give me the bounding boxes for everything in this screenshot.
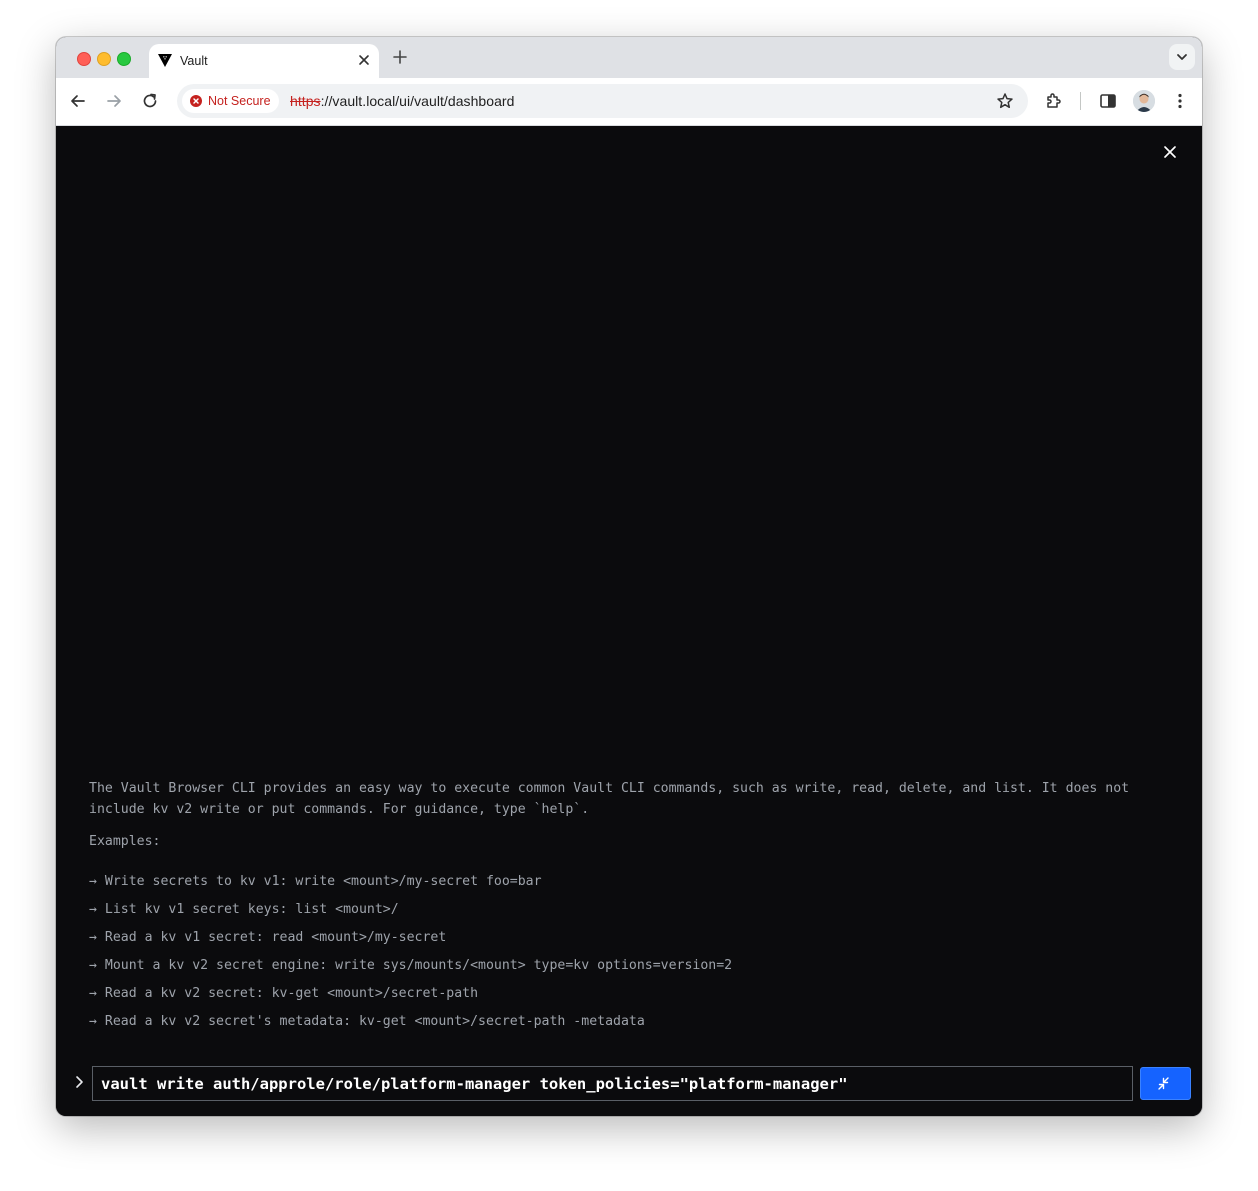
exit-fullscreen-button[interactable]: [1140, 1067, 1191, 1100]
chevron-down-icon: [1177, 54, 1187, 60]
vault-browser-cli: The Vault Browser CLI provides an easy w…: [56, 126, 1202, 1116]
minimize-window-button[interactable]: [97, 52, 111, 66]
tab-search-button[interactable]: [1169, 44, 1195, 70]
address-bar[interactable]: Not Secure https://vault.local/ui/vault/…: [177, 84, 1028, 118]
more-vertical-icon[interactable]: [1170, 91, 1190, 111]
tab-title: Vault: [180, 54, 208, 68]
examples-heading: Examples:: [89, 834, 161, 849]
back-arrow-icon[interactable]: [68, 91, 88, 111]
profile-avatar-icon: [1133, 90, 1155, 112]
example-item: → Read a kv v1 secret: read <mount>/my-s…: [89, 930, 447, 945]
security-label: Not Secure: [208, 94, 271, 108]
side-panel-icon[interactable]: [1098, 91, 1118, 111]
example-item: → Read a kv v2 secret's metadata: kv-get…: [89, 1014, 645, 1029]
minimize-arrows-icon: [1158, 1077, 1169, 1090]
example-item: → Write secrets to kv v1: write <mount>/…: [89, 874, 542, 889]
browser-window: Vault Not Secure https://vault.local/ui/…: [56, 37, 1202, 1116]
chevron-right-icon: [76, 1076, 83, 1088]
profile-avatar[interactable]: [1133, 90, 1155, 112]
forward-arrow-icon[interactable]: [104, 91, 124, 111]
url-text[interactable]: https://vault.local/ui/vault/dashboard: [290, 93, 515, 109]
maximize-window-button[interactable]: [117, 52, 131, 66]
example-item: → Read a kv v2 secret: kv-get <mount>/se…: [89, 986, 479, 1001]
url-scheme: https: [290, 93, 321, 109]
not-secure-icon: [190, 95, 202, 107]
close-tab-icon[interactable]: [356, 52, 372, 68]
plus-icon[interactable]: [390, 47, 410, 67]
security-indicator[interactable]: Not Secure: [182, 89, 279, 113]
vault-triangle-icon: [158, 54, 172, 67]
examples-list: → Write secrets to kv v1: write <mount>/…: [89, 874, 732, 1042]
browser-toolbar: Not Secure https://vault.local/ui/vault/…: [56, 78, 1202, 126]
command-input[interactable]: [92, 1066, 1133, 1101]
bookmark-star-icon[interactable]: [996, 92, 1014, 110]
close-window-button[interactable]: [77, 52, 91, 66]
example-item: → Mount a kv v2 secret engine: write sys…: [89, 958, 733, 973]
url-path: ://vault.local/ui/vault/dashboard: [320, 93, 515, 109]
example-item: → List kv v1 secret keys: list <mount>/: [89, 902, 399, 917]
console-intro-text: The Vault Browser CLI provides an easy w…: [89, 781, 1130, 817]
reload-icon[interactable]: [140, 91, 160, 111]
tab-strip: Vault: [56, 37, 1202, 78]
toolbar-divider: [1080, 92, 1081, 110]
close-console-icon[interactable]: [1162, 144, 1178, 160]
extensions-puzzle-icon[interactable]: [1044, 91, 1064, 111]
tab-vault[interactable]: Vault: [149, 44, 379, 78]
